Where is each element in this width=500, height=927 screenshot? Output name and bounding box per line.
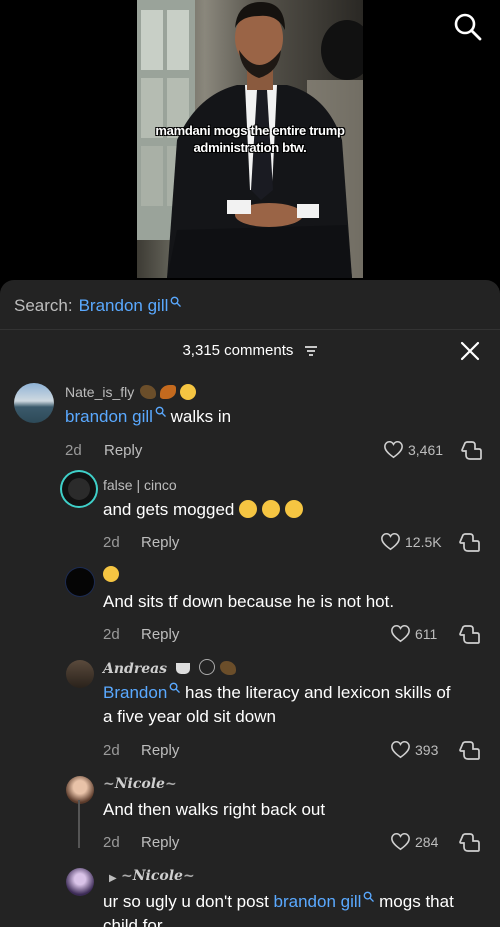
comment-text-body: has the literacy and lexicon skills of (180, 683, 451, 702)
comment-text-body: and gets mogged (103, 500, 235, 519)
heart-icon (391, 740, 410, 759)
dislike-icon[interactable] (459, 625, 481, 645)
comment-age: 2d (65, 442, 82, 459)
thread-line (78, 800, 80, 848)
dislike-icon[interactable] (461, 441, 483, 461)
comment-search-link[interactable]: brandon gill (65, 407, 153, 426)
close-icon[interactable] (459, 340, 481, 362)
comment-text: And then walks right back out (103, 800, 326, 819)
sort-filter-icon[interactable] (304, 345, 318, 357)
comment-username[interactable]: Andreas (103, 659, 236, 677)
search-small-icon (170, 296, 182, 307)
search-term-link[interactable]: Brandon gill (79, 296, 169, 316)
like-count: 3,461 (408, 441, 444, 458)
comment-username[interactable]: Nate_is_fly (65, 384, 196, 400)
username-text: Nicole (114, 776, 165, 792)
heart-icon (391, 832, 410, 851)
like-button[interactable]: 611 (390, 624, 437, 643)
laughing-emoji-icon (239, 500, 258, 518)
search-icon[interactable] (453, 12, 483, 42)
comment-age: 2d (103, 626, 120, 643)
reply-button[interactable]: Reply (104, 442, 142, 459)
comment-username[interactable]: false | cinco (103, 477, 177, 493)
like-count: 12.5K (405, 533, 442, 550)
reply-to-arrow-icon: ▶ (109, 873, 117, 884)
search-label: Search: (14, 296, 73, 315)
like-button[interactable]: 393 (390, 740, 438, 759)
search-small-icon (364, 891, 375, 902)
face-emoji-icon (103, 566, 119, 582)
avatar[interactable] (62, 472, 96, 506)
username-text: Andreas (103, 661, 168, 677)
bird-emoji-icon (219, 661, 236, 675)
comment-username[interactable]: ~Nicole~ (121, 868, 195, 884)
comment-line-1: ur so ugly u don't post brandon gill mog… (103, 890, 454, 914)
search-small-icon (155, 406, 166, 417)
comment-search-link[interactable]: Brandon (103, 683, 167, 702)
heart-icon (384, 440, 403, 459)
comments-count: 3,315 comments (182, 342, 294, 359)
username-text: Nate_is_fly (65, 384, 135, 400)
swirl-right-icon: ~ (182, 868, 195, 884)
comment-text: And sits tf down because he is not hot. (103, 592, 395, 611)
comment-text: brandon gill walks in (65, 405, 231, 429)
like-button[interactable]: 3,461 (383, 440, 443, 459)
bird-emoji-icon (140, 385, 157, 399)
like-count: 284 (415, 833, 439, 850)
video-frame[interactable]: mamdani mogs the entire trump administra… (137, 0, 363, 278)
comment-age: 2d (103, 834, 120, 851)
dislike-icon[interactable] (459, 833, 481, 853)
heart-icon (381, 532, 400, 551)
avatar[interactable] (66, 660, 94, 688)
comment-text: Brandon has the literacy and lexicon ski… (103, 681, 451, 729)
heart-icon (391, 624, 410, 643)
like-count: 393 (415, 741, 439, 758)
divider (0, 329, 500, 330)
swirl-left-icon: ~ (121, 868, 133, 884)
avatar[interactable] (66, 568, 94, 596)
caption-line-2: administration btw. (193, 140, 307, 155)
video-caption: mamdani mogs the entire trump administra… (137, 122, 363, 156)
avatar[interactable] (66, 776, 94, 804)
comment-line-1: Brandon has the literacy and lexicon ski… (103, 681, 451, 705)
dislike-icon[interactable] (459, 533, 481, 553)
reply-button[interactable]: Reply (141, 534, 179, 551)
username-text: Nicole (132, 868, 183, 884)
avatar[interactable] (14, 383, 54, 423)
comment-username[interactable]: ~Nicole~ (103, 776, 177, 792)
search-small-icon (169, 682, 181, 693)
reply-button[interactable]: Reply (141, 742, 179, 759)
like-button[interactable]: 12.5K (380, 532, 442, 551)
comment-text: and gets mogged (103, 498, 303, 522)
laughing-emoji-icon (261, 500, 280, 518)
comment-search-link[interactable]: brandon gill (274, 892, 362, 911)
like-count: 611 (415, 625, 438, 642)
comment-text: ur so ugly u don't post brandon gill mog… (103, 890, 454, 927)
swirl-left-icon: ~ (103, 776, 115, 792)
comment-line-2: a five year old sit down (103, 707, 276, 726)
like-button[interactable]: 284 (390, 832, 438, 851)
video-player[interactable]: mamdani mogs the entire trump administra… (0, 0, 500, 280)
leaves-emoji-icon (160, 385, 177, 399)
laughing-emoji-icon (284, 500, 303, 518)
comment-age: 2d (103, 742, 120, 759)
comments-count-row: 3,315 comments (0, 342, 500, 359)
comment-username[interactable] (103, 566, 119, 582)
dislike-icon[interactable] (459, 741, 481, 761)
swirl-right-icon: ~ (164, 776, 177, 792)
search-suggestion[interactable]: Search: Brandon gill (14, 296, 182, 316)
comment-text-body: ur so ugly u don't post (103, 892, 274, 911)
comment-age: 2d (103, 534, 120, 551)
web-emoji-icon (198, 659, 215, 675)
avatar[interactable] (66, 868, 94, 896)
comment-line-2: child for (103, 916, 163, 927)
face-emoji-icon (179, 384, 196, 400)
reply-button[interactable]: Reply (141, 834, 179, 851)
reply-button[interactable]: Reply (141, 626, 179, 643)
coffee-emoji-icon (175, 663, 190, 674)
comments-panel: Search: Brandon gill 3,315 comments Nate… (0, 280, 500, 927)
comment-text-body: walks in (165, 407, 232, 426)
caption-line-1: mamdani mogs the entire trump (155, 123, 345, 138)
comment-text-body: mogs that (374, 892, 454, 911)
